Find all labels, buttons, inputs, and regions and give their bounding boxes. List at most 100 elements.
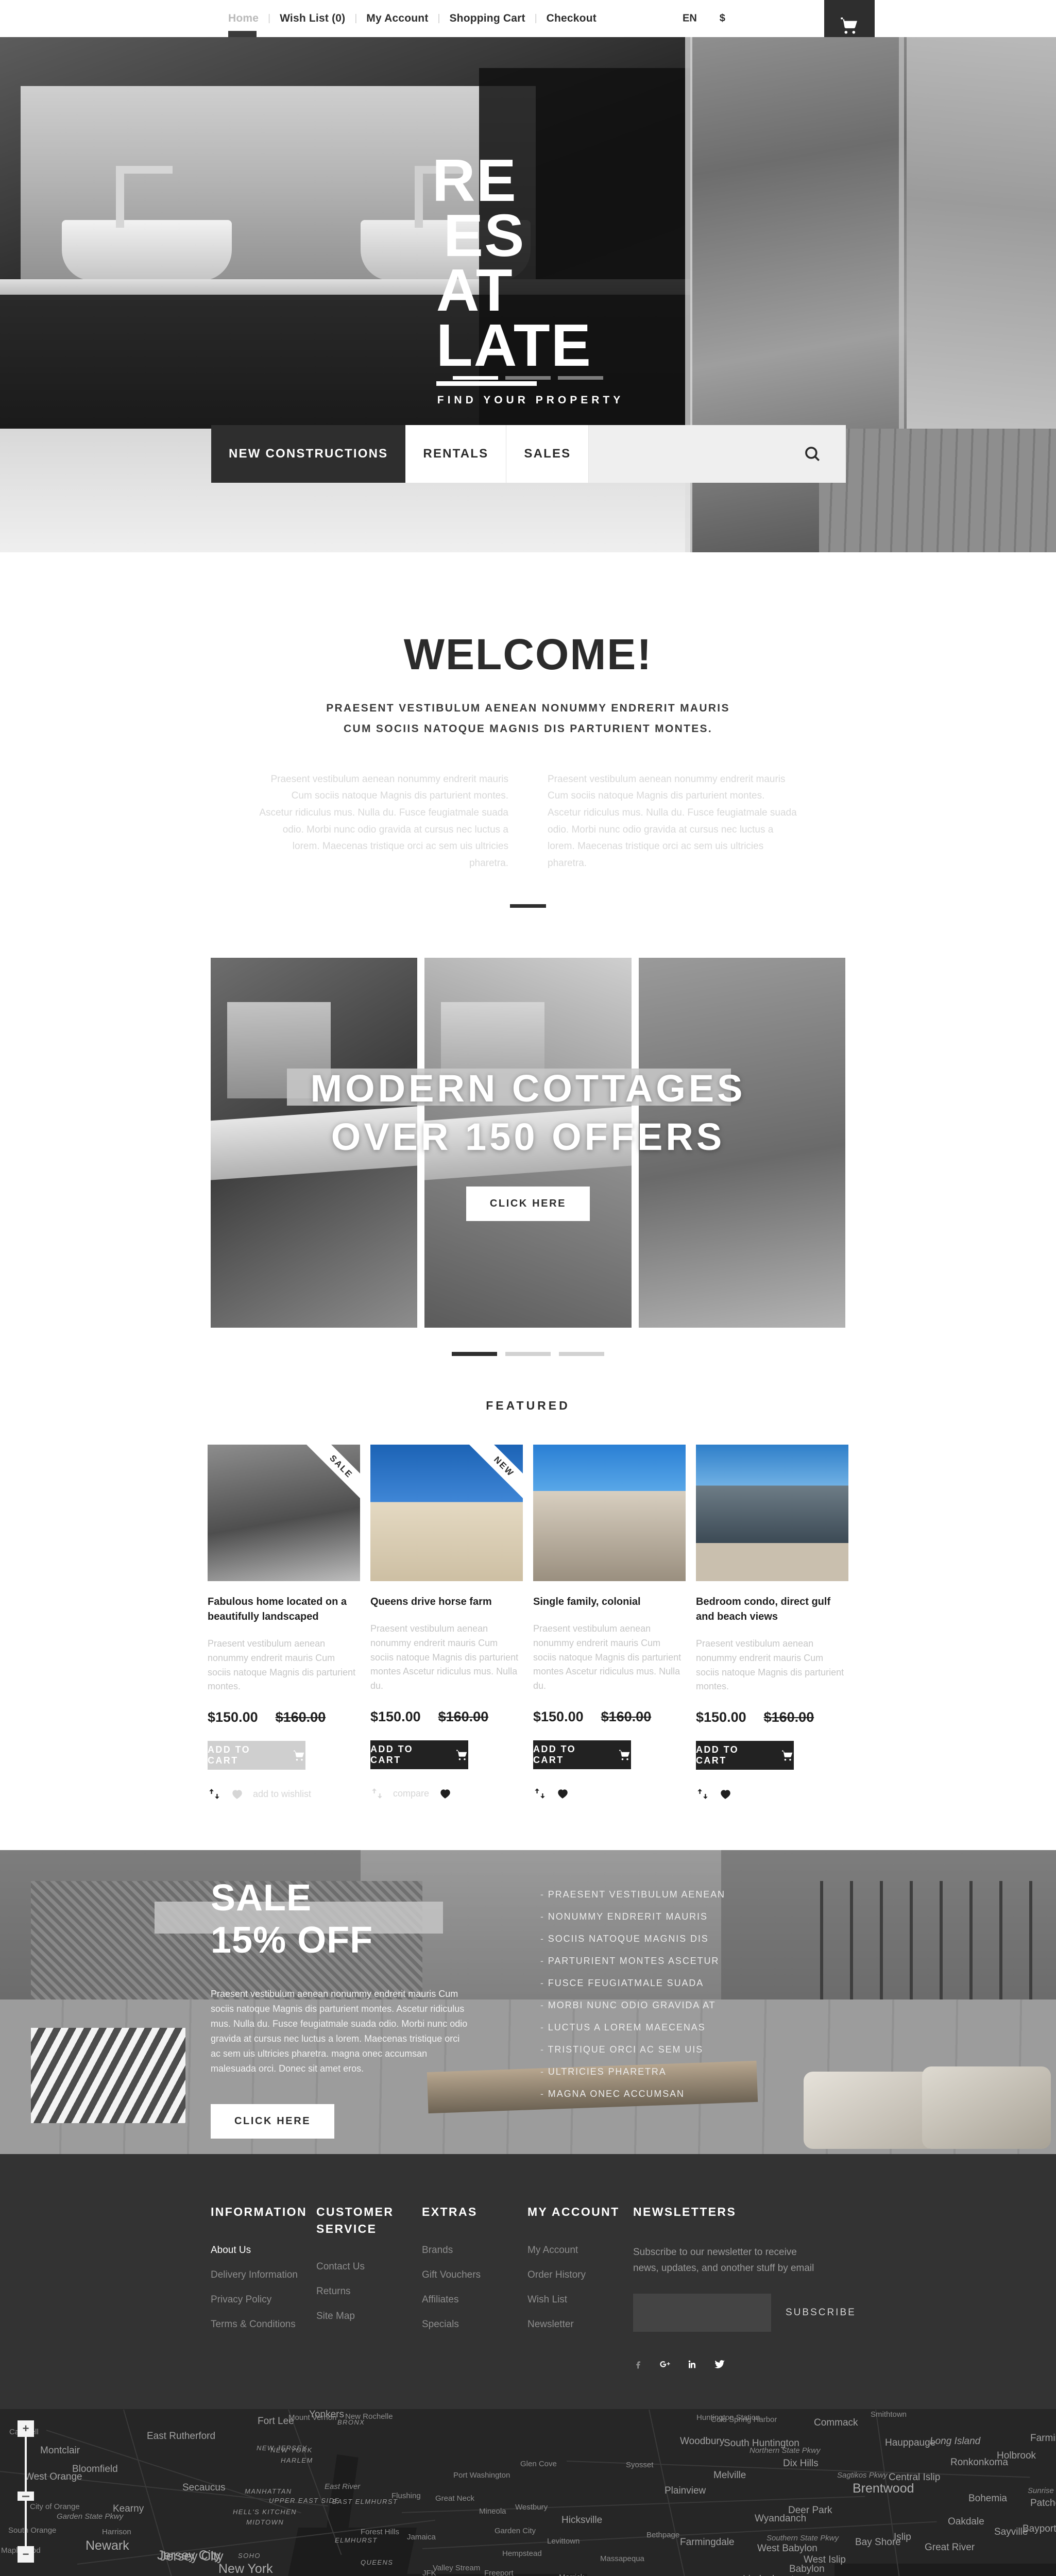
list-item: PARTURIENT MONTES ASCETUR — [540, 1956, 725, 1967]
nav-separator: | — [437, 13, 440, 24]
wishlist-heart-icon[interactable] — [438, 1787, 452, 1800]
map-label: EAST ELMHURST — [332, 2498, 398, 2506]
product-image[interactable]: NEW — [370, 1444, 523, 1581]
map-label: JFK — [422, 2569, 436, 2576]
shopping-cart-icon — [293, 1750, 304, 1761]
search-icon[interactable] — [804, 445, 821, 463]
map-zoom-handle[interactable] — [18, 2492, 34, 2501]
twitter-icon[interactable] — [713, 2355, 726, 2373]
hero-dot-1[interactable] — [452, 376, 498, 380]
wishlist-label[interactable]: add to wishlist — [253, 1789, 311, 1800]
top-link-my-account[interactable]: My Account — [366, 12, 428, 25]
footer-link-delivery-information[interactable]: Delivery Information — [211, 2269, 316, 2281]
footer-link-contact-us[interactable]: Contact Us — [316, 2261, 422, 2273]
map-label: Great River — [925, 2542, 975, 2553]
footer-link-order-history[interactable]: Order History — [527, 2269, 633, 2281]
cottage-overlay: MODERN COTTAGES OVER 150 OFFERS CLICK HE… — [211, 958, 845, 1328]
map-label: Plainview — [665, 2485, 706, 2497]
map-zoom-in-button[interactable]: + — [18, 2420, 34, 2437]
site-logo[interactable]: RE ES AT LATE FIND YOUR PROPERTY — [0, 150, 1056, 406]
add-to-cart-button[interactable]: ADD TO CART — [208, 1741, 305, 1770]
footer-heading: EXTRAS — [422, 2205, 478, 2219]
footer-heading: CUSTOMER SERVICE — [316, 2205, 394, 2236]
top-link-checkout[interactable]: Checkout — [547, 12, 597, 25]
footer-link-gift-vouchers[interactable]: Gift Vouchers — [422, 2269, 527, 2281]
footer-link-affiliates[interactable]: Affiliates — [422, 2294, 527, 2306]
footer-link-terms-conditions[interactable]: Terms & Conditions — [211, 2319, 316, 2330]
map-label: QUEENS — [361, 2558, 394, 2567]
product-title[interactable]: Fabulous home located on a beautifully l… — [208, 1595, 360, 1624]
add-to-cart-button[interactable]: ADD TO CART — [533, 1740, 631, 1770]
facebook-icon[interactable] — [633, 2355, 643, 2373]
add-to-cart-button[interactable]: ADD TO CART — [370, 1740, 468, 1770]
nav-separator: | — [534, 13, 537, 24]
tab-sales[interactable]: SALES — [506, 425, 589, 483]
tab-rentals[interactable]: RENTALS — [405, 425, 507, 483]
welcome-dot-1[interactable] — [510, 904, 546, 908]
map-label: Garden City — [495, 2527, 536, 2536]
map-zoom-out-button[interactable]: − — [18, 2546, 34, 2563]
map-label: East Rutherford — [147, 2431, 216, 2442]
cottage-dot-2[interactable] — [505, 1351, 551, 1356]
map-label: Melville — [713, 2470, 746, 2481]
footer-link-specials[interactable]: Specials — [422, 2319, 527, 2330]
page-title: WELCOME! — [403, 630, 653, 679]
product-image[interactable] — [533, 1444, 686, 1581]
footer-link-wish-list[interactable]: Wish List — [527, 2294, 633, 2306]
compare-icon[interactable] — [533, 1787, 547, 1800]
wishlist-heart-icon[interactable] — [719, 1787, 732, 1801]
product-prices: $150.00 $160.00 — [533, 1709, 686, 1725]
google-plus-icon[interactable] — [659, 2355, 671, 2373]
sale-click-here-button[interactable]: CLICK HERE — [211, 2104, 335, 2139]
search-input[interactable] — [589, 425, 846, 483]
language-selector[interactable]: EN — [683, 13, 697, 25]
compare-icon[interactable] — [370, 1787, 384, 1800]
footer-link-my-account[interactable]: My Account — [527, 2245, 633, 2256]
map-label: Woodbury — [680, 2436, 725, 2447]
top-link-wishlist[interactable]: Wish List (0) — [280, 12, 345, 25]
compare-icon[interactable] — [696, 1787, 709, 1801]
product-image[interactable]: SALE — [208, 1444, 360, 1581]
cottage-dot-1[interactable] — [451, 1351, 497, 1356]
currency-selector[interactable]: $ — [720, 13, 725, 25]
product-price-old: $160.00 — [438, 1709, 489, 1725]
welcome-subtitle-line2: CUM SOCIIS NATOQUE MAGNIS DIS PARTURIENT… — [344, 722, 712, 735]
product-image[interactable] — [696, 1444, 848, 1581]
footer-heading: NEWSLETTERS — [633, 2205, 737, 2219]
hero-dot-2[interactable] — [505, 376, 551, 380]
welcome-slider-indicator[interactable] — [0, 901, 1056, 910]
top-link-home[interactable]: Home — [228, 12, 259, 25]
product-title[interactable]: Single family, colonial — [533, 1595, 686, 1609]
footer-link-privacy-policy[interactable]: Privacy Policy — [211, 2294, 316, 2306]
welcome-subtitle: PRAESENT VESTIBULUM AENEAN NONUMMY ENDRE… — [0, 698, 1056, 739]
footer-link-brands[interactable]: Brands — [422, 2245, 527, 2256]
footer-link-site-map[interactable]: Site Map — [316, 2311, 422, 2322]
location-map[interactable]: CaldwellMontclairBloomfieldWest OrangeCi… — [0, 2409, 1056, 2576]
product-title[interactable]: Bedroom condo, direct gulf and beach vie… — [696, 1595, 848, 1624]
top-link-shopping-cart[interactable]: Shopping Cart — [449, 12, 525, 25]
compare-icon[interactable] — [208, 1787, 221, 1801]
compare-label[interactable]: compare — [393, 1788, 429, 1799]
map-label: Flushing — [391, 2492, 421, 2501]
footer-column-my-account: MY ACCOUNT My Account Order History Wish… — [527, 2204, 633, 2373]
footer-link-newsletter[interactable]: Newsletter — [527, 2319, 633, 2330]
newsletter-email-input[interactable] — [633, 2294, 771, 2332]
linkedin-icon[interactable] — [687, 2355, 698, 2373]
footer-link-about-us[interactable]: About Us — [211, 2245, 316, 2256]
newsletter-form: SUBSCRIBE — [633, 2294, 855, 2332]
footer-link-returns[interactable]: Returns — [316, 2286, 422, 2297]
hero-slider-indicators[interactable] — [0, 373, 1056, 382]
cottage-dot-3[interactable] — [559, 1351, 605, 1356]
map-zoom-control[interactable]: + − — [18, 2420, 34, 2563]
add-to-cart-button[interactable]: ADD TO CART — [696, 1741, 794, 1770]
sale-headline-line2: 15% OFF — [211, 1920, 373, 1961]
tab-new-constructions[interactable]: NEW CONSTRUCTIONS — [211, 425, 406, 483]
shopping-cart-icon — [456, 1750, 467, 1760]
hero-dot-3[interactable] — [558, 376, 604, 380]
wishlist-heart-icon[interactable] — [556, 1787, 569, 1800]
product-title[interactable]: Queens drive horse farm — [370, 1595, 523, 1609]
cottage-slider-indicators[interactable] — [211, 1349, 845, 1359]
wishlist-heart-icon[interactable] — [230, 1787, 244, 1801]
subscribe-button[interactable]: SUBSCRIBE — [786, 2307, 856, 2318]
cottage-click-here-button[interactable]: CLICK HERE — [466, 1187, 590, 1222]
